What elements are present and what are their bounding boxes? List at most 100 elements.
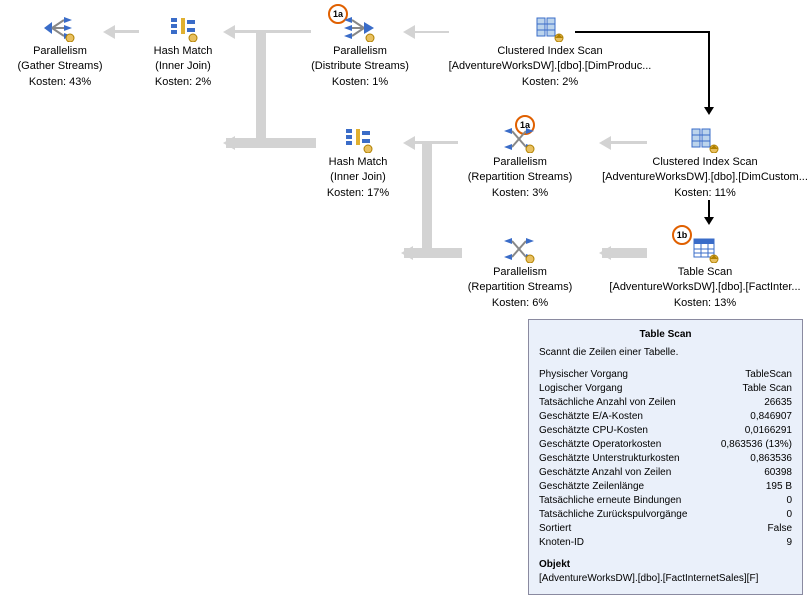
op-cost: Kosten: 3%: [455, 186, 585, 201]
tooltip-row-key: Tatsächliche erneute Bindungen: [539, 494, 681, 508]
op-cost: Kosten: 13%: [600, 296, 810, 311]
op-cost: Kosten: 6%: [455, 296, 585, 311]
tooltip-row-key: Geschätzte Operatorkosten: [539, 438, 661, 452]
op-subtitle: [AdventureWorksDW].[dbo].[DimCustom...: [600, 170, 810, 185]
tooltip-row: Geschätzte CPU-Kosten 0,0166291: [539, 424, 792, 438]
tooltip-row: Knoten-ID 9: [539, 536, 792, 550]
tooltip-row-value: 60398: [764, 466, 792, 480]
parallelism-icon: [342, 14, 378, 42]
tooltip-row-value: 26635: [764, 396, 792, 410]
tooltip-row-key: Geschätzte Unterstrukturkosten: [539, 452, 680, 466]
tooltip-object-label: Objekt: [539, 558, 792, 572]
tooltip-row-value: Table Scan: [743, 382, 792, 396]
op-parallelism-gather: Parallelism(Gather Streams)Kosten: 43%: [10, 14, 110, 90]
tooltip-row-value: 0,863536: [750, 452, 792, 466]
op-subtitle: (Gather Streams): [10, 59, 110, 74]
op-title: Parallelism: [300, 44, 420, 59]
flow-elbow: [256, 30, 266, 148]
tooltip-row-key: Geschätzte CPU-Kosten: [539, 424, 648, 438]
tooltip-row: Geschätzte Anzahl von Zeilen 60398: [539, 466, 792, 480]
tooltip-row-key: Physischer Vorgang: [539, 368, 628, 382]
parallelism-icon: [502, 235, 538, 263]
operator-tooltip: Table Scan Scannt die Zeilen einer Tabel…: [528, 319, 803, 595]
tooltip-row-key: Geschätzte Anzahl von Zeilen: [539, 466, 671, 480]
tooltip-row-key: Knoten-ID: [539, 536, 584, 550]
op-title: Clustered Index Scan: [440, 44, 660, 59]
parallelism-icon: [42, 14, 78, 42]
op-hash-match-2: Hash Match(Inner Join)Kosten: 17%: [308, 125, 408, 201]
flow-elbow: [256, 138, 316, 148]
tooltip-row-value: False: [768, 522, 792, 536]
op-parallelism-repartition-2: Parallelism(Repartition Streams)Kosten: …: [455, 235, 585, 311]
op-table-scan: Table Scan[AdventureWorksDW].[dbo].[Fact…: [600, 235, 810, 311]
tooltip-row: Physischer VorgangTableScan: [539, 368, 792, 382]
tooltip-row: Geschätzte Operatorkosten 0,863536 (13%): [539, 438, 792, 452]
tooltip-row: Sortiert False: [539, 522, 792, 536]
op-cost: Kosten: 17%: [308, 186, 408, 201]
tooltip-properties: Physischer VorgangTableScanLogischer Vor…: [539, 368, 792, 550]
tooltip-title: Table Scan: [539, 328, 792, 342]
op-cost: Kosten: 1%: [300, 75, 420, 90]
tooltip-row-key: Geschätzte E/A-Kosten: [539, 410, 643, 424]
op-clustered-scan-product: Clustered Index Scan[AdventureWorksDW].[…: [440, 14, 660, 90]
flow-elbow: [422, 141, 432, 258]
op-title: Parallelism: [10, 44, 110, 59]
tooltip-row-key: Tatsächliche Anzahl von Zeilen: [539, 396, 676, 410]
tooltip-row-key: Sortiert: [539, 522, 571, 536]
flow-arrow: [106, 30, 139, 33]
sequence-arrow: [708, 200, 710, 222]
tooltip-row-key: Logischer Vorgang: [539, 382, 622, 396]
op-cost: Kosten: 2%: [138, 75, 228, 90]
op-subtitle: (Distribute Streams): [300, 59, 420, 74]
sequence-arrow: [708, 111, 710, 112]
op-title: Parallelism: [455, 155, 585, 170]
clustered-index-scan-icon: [533, 14, 567, 42]
tooltip-row: Tatsächliche Zurückspulvorgänge 0: [539, 508, 792, 522]
tooltip-row-value: 195 B: [766, 480, 792, 494]
tooltip-row-value: 0,846907: [750, 410, 792, 424]
flow-arrow: [404, 248, 422, 258]
tooltip-row-value: 9: [786, 536, 792, 550]
tooltip-row-key: Geschätzte Zeilenlänge: [539, 480, 644, 494]
sequence-line: [708, 31, 710, 111]
op-parallelism-repartition-1: Parallelism(Repartition Streams)Kosten: …: [455, 125, 585, 201]
op-title: Hash Match: [308, 155, 408, 170]
hash-match-icon: [167, 14, 199, 42]
tooltip-description: Scannt die Zeilen einer Tabelle.: [539, 346, 792, 360]
op-subtitle: (Inner Join): [138, 59, 228, 74]
tooltip-row-value: 0: [786, 508, 792, 522]
tooltip-row: Geschätzte E/A-Kosten 0,846907: [539, 410, 792, 424]
parallelism-icon: [502, 125, 538, 153]
op-subtitle: (Repartition Streams): [455, 280, 585, 295]
hash-match-icon: [342, 125, 374, 153]
op-subtitle: [AdventureWorksDW].[dbo].[DimProduc...: [440, 59, 660, 74]
op-clustered-scan-customer: Clustered Index Scan[AdventureWorksDW].[…: [600, 125, 810, 201]
tooltip-row-key: Tatsächliche Zurückspulvorgänge: [539, 508, 687, 522]
op-hash-match-1: Hash Match(Inner Join)Kosten: 2%: [138, 14, 228, 90]
tooltip-row: Geschätzte Zeilenlänge 195 B: [539, 480, 792, 494]
tooltip-row-value: 0: [786, 494, 792, 508]
op-parallelism-distribute: Parallelism(Distribute Streams)Kosten: 1…: [300, 14, 420, 90]
tooltip-object-value: [AdventureWorksDW].[dbo].[FactInternetSa…: [539, 572, 792, 586]
tooltip-row: Logischer Vorgang Table Scan: [539, 382, 792, 396]
op-subtitle: (Repartition Streams): [455, 170, 585, 185]
op-subtitle: [AdventureWorksDW].[dbo].[FactInter...: [600, 280, 810, 295]
op-title: Table Scan: [600, 265, 810, 280]
flow-arrow: [226, 138, 256, 148]
tooltip-row: Geschätzte Unterstrukturkosten 0,863536: [539, 452, 792, 466]
op-cost: Kosten: 43%: [10, 75, 110, 90]
op-subtitle: (Inner Join): [308, 170, 408, 185]
op-cost: Kosten: 11%: [600, 186, 810, 201]
flow-arrow: [226, 30, 311, 33]
tooltip-row-value: 0,0166291: [745, 424, 792, 438]
op-title: Clustered Index Scan: [600, 155, 810, 170]
table-scan-icon: [688, 235, 722, 263]
op-cost: Kosten: 2%: [440, 75, 660, 90]
clustered-index-scan-icon: [688, 125, 722, 153]
op-title: Hash Match: [138, 44, 228, 59]
op-title: Parallelism: [455, 265, 585, 280]
flow-arrow: [406, 141, 458, 144]
tooltip-row-value: 0,863536 (13%): [721, 438, 792, 452]
tooltip-row: Tatsächliche Anzahl von Zeilen 26635: [539, 396, 792, 410]
tooltip-row: Tatsächliche erneute Bindungen 0: [539, 494, 792, 508]
